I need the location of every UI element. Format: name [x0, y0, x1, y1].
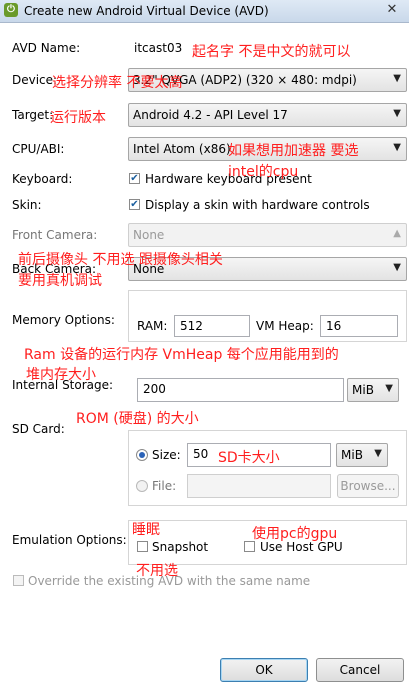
annotation-camera-2: 要用真机调试 — [18, 273, 102, 289]
sd-size-unit-value: MiB — [341, 448, 363, 462]
ok-button[interactable]: OK — [220, 658, 308, 682]
emulation-options-label: Emulation Options: — [12, 533, 127, 547]
cpu-abi-select-value: Intel Atom (x86) — [133, 142, 231, 156]
sd-file-label: File: — [152, 479, 177, 493]
keyboard-label: Keyboard: — [12, 172, 73, 186]
annotation-target: 运行版本 — [50, 110, 106, 126]
sd-size-unit-select[interactable]: MiB ▼ — [336, 443, 388, 467]
vm-heap-label: VM Heap: — [256, 319, 314, 333]
chevron-down-icon: ▼ — [393, 73, 401, 84]
annotation-device: 选择分辨率 不要太高 — [52, 75, 183, 91]
internal-storage-input[interactable]: 200 — [137, 378, 344, 402]
skin-checkbox[interactable]: ✔ — [129, 199, 140, 210]
sd-file-radio[interactable] — [136, 480, 148, 492]
annotation-ram-1: Ram 设备的运行内存 VmHeap 每个应用能用到的 — [24, 347, 339, 363]
close-icon[interactable]: ✕ — [382, 2, 402, 18]
sd-size-label: Size: — [152, 448, 181, 462]
android-app-icon: ⏻ — [4, 3, 18, 17]
skin-label: Skin: — [12, 198, 42, 212]
front-camera-select-value: None — [133, 228, 165, 242]
annotation-ram-2: 堆内存大小 — [26, 367, 96, 383]
target-select-value: Android 4.2 - API Level 17 — [133, 108, 288, 122]
window-title: Create new Android Virtual Device (AVD) — [24, 4, 269, 18]
ram-label: RAM: — [137, 319, 168, 333]
vm-heap-input[interactable]: 16 — [320, 315, 398, 337]
annotation-gpu: 使用pc的gpu — [252, 526, 338, 542]
internal-storage-unit-value: MiB — [352, 383, 374, 397]
front-camera-select[interactable]: None ▲ — [128, 223, 407, 247]
chevron-down-icon: ▼ — [385, 383, 393, 394]
sd-card-label: SD Card: — [12, 422, 65, 436]
chevron-down-icon: ▼ — [393, 262, 401, 273]
annotation-rom: ROM (硬盘) 的大小 — [76, 411, 199, 427]
ram-input[interactable]: 512 — [174, 315, 250, 337]
annotation-cpu-1: 如果想用加速器 要选 — [228, 143, 359, 159]
annotation-cpu-2: intel的cpu — [228, 164, 299, 180]
annotation-camera-1: 前后摄像头 不用选 跟摄像头相关 — [18, 252, 223, 268]
memory-options-label: Memory Options: — [12, 313, 115, 327]
keyboard-checkbox[interactable]: ✔ — [129, 173, 140, 184]
target-label: Target: — [12, 108, 54, 122]
snapshot-checkbox-label: Snapshot — [152, 540, 209, 554]
chevron-down-icon: ▼ — [374, 448, 382, 459]
cpu-abi-label: CPU/ABI: — [12, 142, 65, 156]
snapshot-checkbox[interactable] — [137, 541, 148, 552]
title-bar: ⏻ Create new Android Virtual Device (AVD… — [0, 0, 409, 23]
annotation-override: 不用选 — [136, 563, 178, 579]
device-label: Device: — [12, 73, 58, 87]
annotation-snapshot: 睡眠 — [132, 522, 160, 538]
skin-checkbox-label: Display a skin with hardware controls — [145, 198, 370, 212]
target-select[interactable]: Android 4.2 - API Level 17 ▼ — [128, 103, 407, 127]
sd-size-radio[interactable] — [136, 449, 148, 461]
chevron-down-icon: ▲ — [393, 228, 401, 239]
chevron-down-icon: ▼ — [393, 108, 401, 119]
annotation-sd: SD卡大小 — [218, 450, 280, 466]
internal-storage-unit-select[interactable]: MiB ▼ — [347, 378, 399, 402]
chevron-down-icon: ▼ — [393, 142, 401, 153]
avd-name-label: AVD Name: — [12, 41, 81, 55]
override-checkbox[interactable] — [13, 575, 24, 586]
front-camera-label: Front Camera: — [12, 228, 98, 242]
browse-button[interactable]: Browse... — [337, 474, 399, 498]
avd-name-input[interactable]: itcast03 — [128, 37, 186, 59]
cancel-button[interactable]: Cancel — [316, 658, 404, 682]
annotation-name: 起名字 不是中文的就可以 — [192, 44, 351, 60]
sd-file-input[interactable] — [187, 474, 331, 498]
